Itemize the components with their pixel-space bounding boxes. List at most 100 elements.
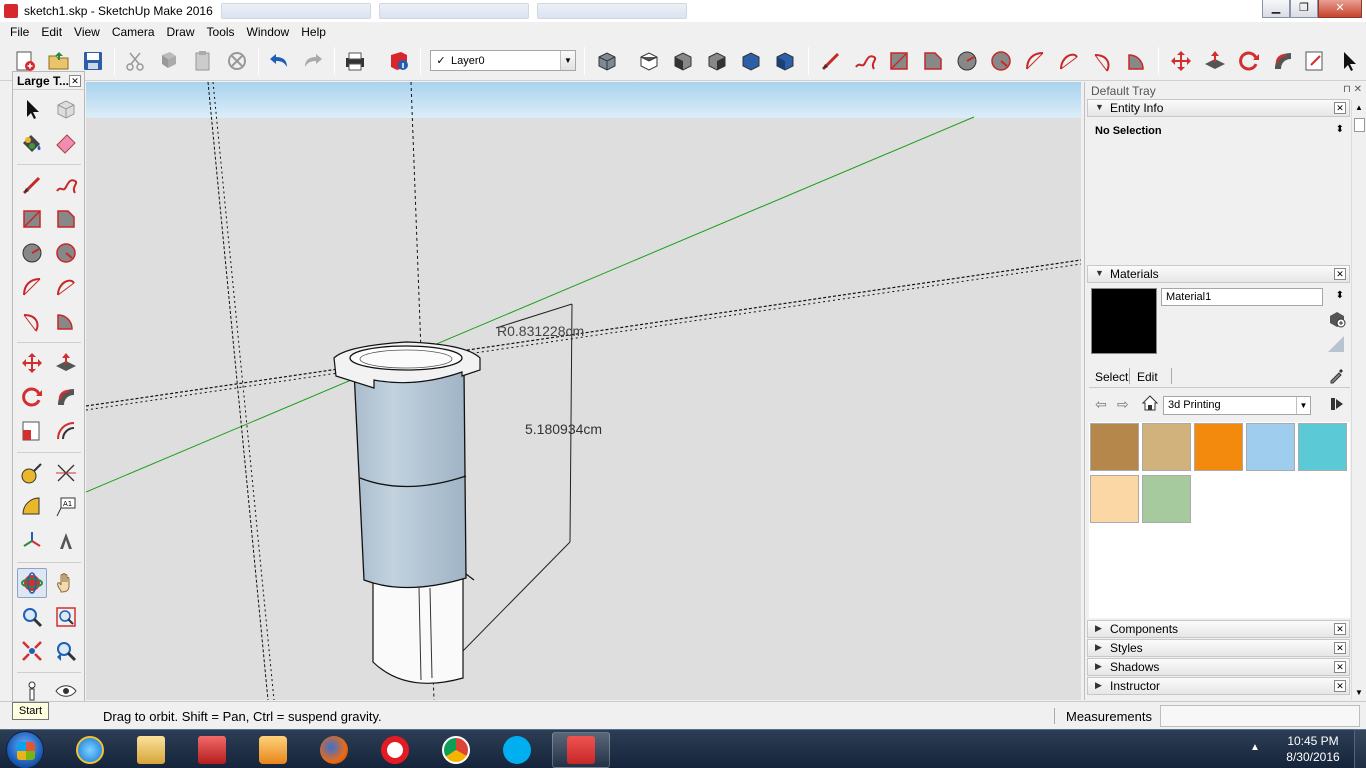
menu-draw[interactable]: Draw — [161, 25, 201, 39]
layer-dropdown[interactable]: ✓ Layer0 ▼ — [430, 50, 576, 71]
tray-scrollbar[interactable]: ▲ ▼ — [1351, 100, 1366, 700]
minimize-button[interactable]: ▁ — [1262, 0, 1290, 18]
menu-view[interactable]: View — [68, 25, 106, 39]
show-desktop-button[interactable] — [1354, 729, 1366, 768]
rotated-rectangle-icon[interactable] — [920, 48, 946, 74]
follow-me-icon[interactable] — [1270, 48, 1296, 74]
zoom-extents-icon[interactable] — [17, 636, 47, 666]
chevron-down-icon[interactable]: ▼ — [560, 51, 575, 70]
shadows-panel-header[interactable]: ▶ Shadows ✕ — [1087, 658, 1350, 676]
rotate-tool-icon[interactable] — [17, 382, 47, 412]
materials-panel-header[interactable]: ▼ Materials ✕ — [1087, 265, 1350, 283]
erase-icon[interactable] — [224, 48, 250, 74]
material-swatch[interactable] — [1246, 423, 1295, 471]
zoom-tool-icon[interactable] — [17, 602, 47, 632]
three-point-arc-icon[interactable] — [17, 306, 47, 336]
dimension-tool-icon[interactable] — [51, 458, 81, 488]
back-arrow-icon[interactable]: ⇦ — [1095, 396, 1107, 413]
tray-pin-close-icon[interactable]: ⊓ ✕ — [1343, 84, 1362, 95]
eyedropper-icon[interactable] — [1328, 366, 1346, 384]
move-tool-icon[interactable] — [17, 348, 47, 378]
model-info-icon[interactable] — [386, 48, 412, 74]
orbit-tool-icon[interactable] — [17, 568, 47, 598]
taskbar-explorer-icon[interactable] — [122, 732, 180, 768]
axes-tool-icon[interactable] — [17, 526, 47, 556]
panel-close-icon[interactable]: ✕ — [1334, 623, 1346, 635]
taskbar-ie-icon[interactable] — [61, 732, 119, 768]
menu-window[interactable]: Window — [241, 25, 296, 39]
previous-view-icon[interactable] — [51, 636, 81, 666]
push-pull-icon[interactable] — [1202, 48, 1228, 74]
paint-bucket-icon[interactable] — [17, 128, 47, 158]
sample-paint-icon[interactable] — [1326, 334, 1346, 354]
undo-icon[interactable] — [266, 48, 292, 74]
top-view-icon[interactable] — [636, 48, 662, 74]
material-name-field[interactable]: Material1 — [1161, 288, 1323, 306]
polygon-tool-icon[interactable] — [51, 238, 81, 268]
two-point-arc-icon[interactable] — [1056, 48, 1082, 74]
instructor-panel-header[interactable]: ▶ Instructor ✕ — [1087, 677, 1350, 695]
three-point-arc-icon[interactable] — [1090, 48, 1116, 74]
select-arrow-icon[interactable] — [1336, 48, 1362, 74]
styles-panel-header[interactable]: ▶ Styles ✕ — [1087, 639, 1350, 657]
taskbar-chrome-icon[interactable] — [427, 732, 485, 768]
menu-camera[interactable]: Camera — [106, 25, 161, 39]
pie-tool-icon[interactable] — [51, 306, 81, 336]
close-button[interactable]: ✕ — [1318, 0, 1362, 18]
pie-tool-icon[interactable] — [1124, 48, 1150, 74]
material-library-dropdown[interactable]: 3d Printing ▼ — [1163, 396, 1311, 415]
material-swatch[interactable] — [1090, 423, 1139, 471]
text-tool-icon[interactable]: A1 — [51, 492, 81, 522]
start-button[interactable] — [6, 731, 44, 768]
select-tool-icon[interactable] — [17, 94, 47, 124]
entity-info-panel-header[interactable]: ▼ Entity Info ✕ — [1087, 99, 1350, 117]
chevron-down-icon[interactable]: ▼ — [1296, 397, 1310, 414]
modeling-viewport[interactable]: R0.831228cm 5.180934cm — [86, 82, 1081, 700]
rectangle-tool-icon[interactable] — [17, 204, 47, 234]
paste-icon[interactable] — [190, 48, 216, 74]
measurements-input[interactable] — [1160, 705, 1360, 727]
scale-tool-icon[interactable] — [1302, 48, 1328, 74]
panel-close-icon[interactable]: ✕ — [1334, 661, 1346, 673]
back-view-icon[interactable] — [738, 48, 764, 74]
line-tool-icon[interactable] — [818, 48, 844, 74]
notification-arrow-icon[interactable]: ▲ — [1250, 742, 1260, 753]
follow-me-icon[interactable] — [51, 382, 81, 412]
components-panel-header[interactable]: ▶ Components ✕ — [1087, 620, 1350, 638]
tab-select[interactable]: Select — [1095, 370, 1128, 384]
move-tool-icon[interactable] — [1168, 48, 1194, 74]
print-icon[interactable] — [342, 48, 368, 74]
scroll-thumb[interactable] — [1354, 118, 1365, 132]
push-pull-icon[interactable] — [51, 348, 81, 378]
current-material-swatch[interactable] — [1091, 288, 1157, 354]
tape-measure-icon[interactable] — [17, 458, 47, 488]
menu-file[interactable]: File — [4, 25, 35, 39]
toggle-secondary-pane-icon[interactable]: ⬍ — [1336, 290, 1344, 301]
system-clock[interactable]: 10:45 PM 8/30/2016 — [1268, 733, 1358, 765]
taskbar-acrobat-icon[interactable] — [183, 732, 241, 768]
details-arrow-icon[interactable] — [1328, 395, 1346, 413]
eraser-tool-icon[interactable] — [51, 128, 81, 158]
scale-tool-icon[interactable] — [17, 416, 47, 446]
pan-hand-icon[interactable] — [51, 568, 81, 598]
taskbar-skype-icon[interactable] — [488, 732, 546, 768]
panel-close-icon[interactable]: ✕ — [1334, 680, 1346, 692]
offset-tool-icon[interactable] — [51, 416, 81, 446]
arc-tool-icon[interactable] — [1022, 48, 1048, 74]
protractor-icon[interactable] — [17, 492, 47, 522]
left-view-icon[interactable] — [772, 48, 798, 74]
home-icon[interactable] — [1141, 394, 1159, 412]
circle-tool-icon[interactable] — [17, 238, 47, 268]
menu-edit[interactable]: Edit — [35, 25, 68, 39]
freehand-tool-icon[interactable] — [51, 170, 81, 200]
scroll-down-icon[interactable]: ▼ — [1355, 688, 1363, 697]
tab-edit[interactable]: Edit — [1137, 370, 1158, 384]
front-view-icon[interactable] — [670, 48, 696, 74]
material-swatch[interactable] — [1142, 475, 1191, 523]
material-swatch[interactable] — [1194, 423, 1243, 471]
panel-close-icon[interactable]: ✕ — [1334, 268, 1346, 280]
two-point-arc-icon[interactable] — [51, 272, 81, 302]
rotated-rectangle-icon[interactable] — [51, 204, 81, 234]
menu-help[interactable]: Help — [295, 25, 332, 39]
taskbar-sketchup-icon[interactable] — [552, 732, 610, 768]
